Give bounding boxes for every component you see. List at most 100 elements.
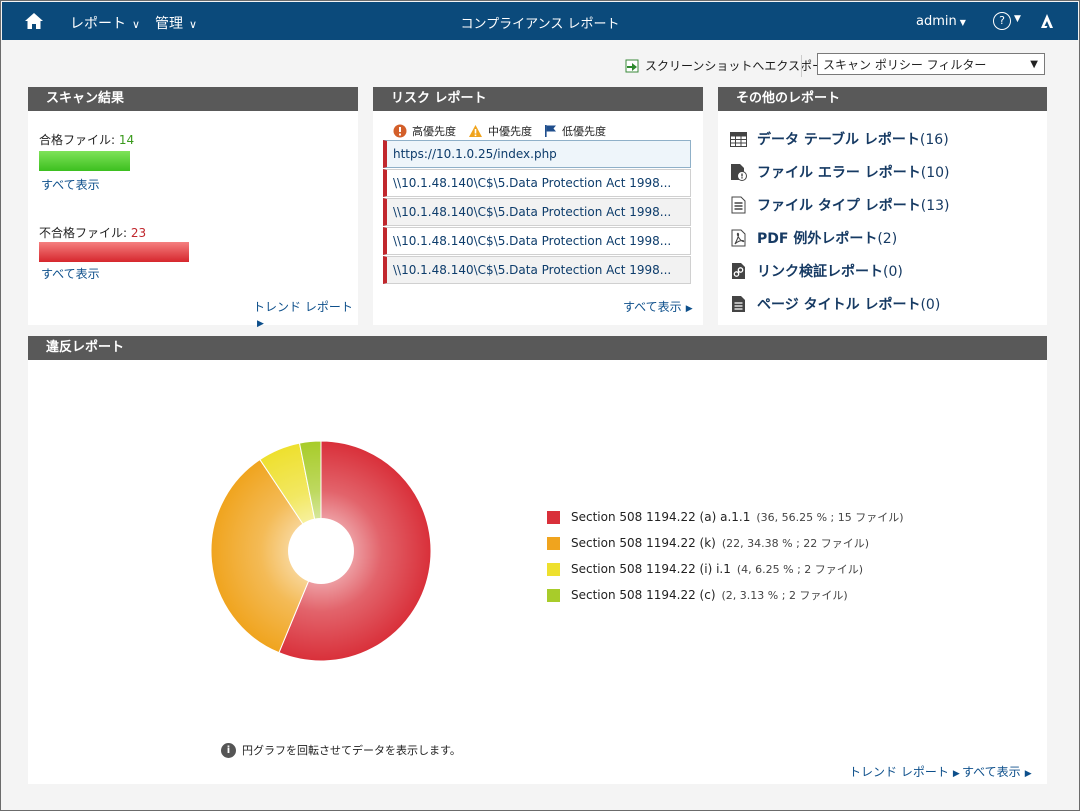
legend-swatch bbox=[547, 562, 560, 576]
legend-meta: (22, 34.38 % ; 22 ファイル) bbox=[721, 537, 870, 550]
pass-files-label: 合格ファイル: 14 bbox=[39, 131, 134, 148]
legend-label: Section 508 1194.22 (k) bbox=[571, 536, 716, 550]
high-priority-icon bbox=[393, 124, 407, 138]
legend-swatch bbox=[547, 536, 560, 550]
legend-meta: (4, 6.25 % ; 2 ファイル) bbox=[736, 563, 864, 576]
trend-report-link[interactable]: トレンド レポート ▶ bbox=[253, 298, 358, 329]
violations-trend-link[interactable]: トレンド レポート ▶ bbox=[849, 763, 960, 780]
report-count: (10) bbox=[920, 165, 950, 181]
violations-view-all-link[interactable]: すべて表示 ▶ bbox=[962, 763, 1032, 780]
divider bbox=[801, 55, 802, 77]
caret-down-icon[interactable]: ▼ bbox=[1014, 14, 1021, 24]
export-icon bbox=[625, 59, 639, 72]
arrow-right-icon: ▶ bbox=[257, 319, 264, 329]
risk-row[interactable]: \\10.1.48.140\C$\5.Data Protection Act 1… bbox=[383, 198, 691, 226]
violations-pie-chart[interactable] bbox=[201, 431, 441, 671]
risk-legend: 高優先度 中優先度 低優先度 bbox=[393, 123, 606, 139]
view-all-label: すべて表示 bbox=[962, 765, 1021, 779]
report-label: ページ タイトル レポート bbox=[757, 297, 921, 313]
legend-meta: (36, 56.25 % ; 15 ファイル) bbox=[756, 511, 904, 524]
pie-hole bbox=[288, 518, 354, 584]
caret-down-icon: ▼ bbox=[959, 18, 966, 27]
fail-view-all-link[interactable]: すべて表示 bbox=[41, 265, 100, 282]
legend-label: Section 508 1194.22 (a) a.1.1 bbox=[571, 510, 751, 524]
low-priority-flag-icon bbox=[545, 125, 556, 137]
report-count: (0) bbox=[920, 297, 941, 313]
legend-swatch bbox=[547, 588, 560, 602]
risk-row[interactable]: \\10.1.48.140\C$\5.Data Protection Act 1… bbox=[383, 227, 691, 255]
report-label: リンク検証レポート bbox=[757, 264, 883, 280]
legend-swatch bbox=[547, 510, 560, 524]
report-label: ファイル エラー レポート bbox=[757, 165, 921, 181]
report-count: (2) bbox=[877, 231, 898, 247]
legend-high: 高優先度 bbox=[393, 123, 456, 139]
pie-hint: i 円グラフを回転させてデータを表示します。 bbox=[221, 742, 461, 758]
scan-results-panel: スキャン結果 合格ファイル: 14 すべて表示 不合格ファイル: 23 すべて表… bbox=[28, 87, 358, 329]
risk-report-title: リスク レポート bbox=[373, 87, 703, 111]
export-label: スクリーンショットへエクスポート bbox=[645, 59, 837, 73]
scan-results-title: スキャン結果 bbox=[28, 87, 358, 111]
link-icon bbox=[732, 263, 745, 279]
fail-bar[interactable] bbox=[39, 242, 189, 262]
file-error-report-link[interactable]: ファイル エラー レポート(10) bbox=[730, 162, 950, 182]
user-menu[interactable]: admin ▼ bbox=[916, 14, 966, 29]
arrow-right-icon: ▶ bbox=[1024, 769, 1032, 779]
pdf-icon bbox=[731, 229, 746, 247]
pie-hint-text: 円グラフを回転させてデータを表示します。 bbox=[242, 744, 461, 757]
legend-item[interactable]: Section 508 1194.22 (i) i.1 (4, 6.25 % ; … bbox=[547, 561, 863, 577]
data-table-report-link[interactable]: データ テーブル レポート(16) bbox=[730, 129, 949, 149]
app-logo-icon[interactable] bbox=[1038, 12, 1056, 30]
report-count: (16) bbox=[919, 132, 949, 148]
report-label: PDF 例外レポート bbox=[757, 231, 878, 247]
legend-low: 低優先度 bbox=[544, 123, 606, 139]
violations-title: 違反レポート bbox=[28, 336, 1047, 360]
arrow-right-icon: ▶ bbox=[952, 769, 960, 779]
top-navigation-bar: レポート ∨ 管理 ∨ コンプライアンス レポート admin ▼ ? ▼ bbox=[2, 2, 1078, 40]
report-count: (13) bbox=[920, 198, 950, 214]
report-label: データ テーブル レポート bbox=[757, 132, 920, 148]
report-label: ファイル タイプ レポート bbox=[757, 198, 921, 214]
table-icon bbox=[730, 131, 747, 147]
pdf-exception-report-link[interactable]: PDF 例外レポート(2) bbox=[730, 228, 897, 248]
help-icon[interactable]: ? bbox=[993, 12, 1011, 30]
scan-policy-filter-select[interactable]: スキャン ポリシー フィルター ▼ bbox=[817, 53, 1045, 75]
view-all-label: すべて表示 bbox=[623, 300, 682, 314]
pass-count: 14 bbox=[118, 133, 135, 147]
arrow-right-icon: ▶ bbox=[685, 304, 693, 314]
legend-medium-label: 中優先度 bbox=[488, 125, 532, 138]
app-window: レポート ∨ 管理 ∨ コンプライアンス レポート admin ▼ ? ▼ スクリーン… bbox=[0, 0, 1080, 811]
risk-report-panel: リスク レポート 高優先度 中優先度 低優先度 https://10.1.0.2… bbox=[373, 87, 703, 325]
page-icon bbox=[732, 296, 745, 312]
legend-label: Section 508 1194.22 (c) bbox=[571, 588, 716, 602]
risk-view-all-link[interactable]: すべて表示 ▶ bbox=[623, 298, 693, 315]
legend-item[interactable]: Section 508 1194.22 (a) a.1.1 (36, 56.25 … bbox=[547, 509, 904, 525]
export-screenshot-button[interactable]: スクリーンショットへエクスポート bbox=[625, 57, 836, 74]
trend-label: トレンド レポート bbox=[849, 765, 949, 779]
risk-row[interactable]: https://10.1.0.25/index.php bbox=[383, 140, 691, 168]
file-type-icon bbox=[731, 196, 746, 214]
risk-row[interactable]: \\10.1.48.140\C$\5.Data Protection Act 1… bbox=[383, 169, 691, 197]
legend-low-label: 低優先度 bbox=[562, 125, 606, 138]
fail-label-text: 不合格ファイル: bbox=[39, 226, 131, 240]
risk-row[interactable]: \\10.1.48.140\C$\5.Data Protection Act 1… bbox=[383, 256, 691, 284]
violations-panel: 違反レポート bbox=[28, 336, 1047, 784]
other-reports-title: その他のレポート bbox=[718, 87, 1047, 111]
info-icon: i bbox=[221, 742, 236, 758]
legend-item[interactable]: Section 508 1194.22 (k) (22, 34.38 % ; 22… bbox=[547, 535, 869, 551]
pass-bar[interactable] bbox=[39, 151, 130, 171]
dropdown-arrow-icon: ▼ bbox=[1030, 59, 1038, 70]
link-verification-report-link[interactable]: リンク検証レポート(0) bbox=[730, 261, 903, 281]
pass-view-all-link[interactable]: すべて表示 bbox=[41, 176, 100, 193]
user-name: admin bbox=[916, 14, 957, 29]
legend-label: Section 508 1194.22 (i) i.1 bbox=[571, 562, 731, 576]
legend-item[interactable]: Section 508 1194.22 (c) (2, 3.13 % ; 2 ファ… bbox=[547, 587, 848, 603]
fail-count: 23 bbox=[130, 226, 147, 240]
medium-priority-icon bbox=[469, 125, 482, 137]
legend-high-label: 高優先度 bbox=[412, 125, 456, 138]
legend-meta: (2, 3.13 % ; 2 ファイル) bbox=[721, 589, 848, 602]
file-type-report-link[interactable]: ファイル タイプ レポート(13) bbox=[730, 195, 950, 215]
file-error-icon bbox=[731, 164, 747, 181]
report-count: (0) bbox=[883, 264, 903, 280]
legend-medium: 中優先度 bbox=[468, 123, 532, 139]
page-title-report-link[interactable]: ページ タイトル レポート(0) bbox=[730, 294, 940, 314]
